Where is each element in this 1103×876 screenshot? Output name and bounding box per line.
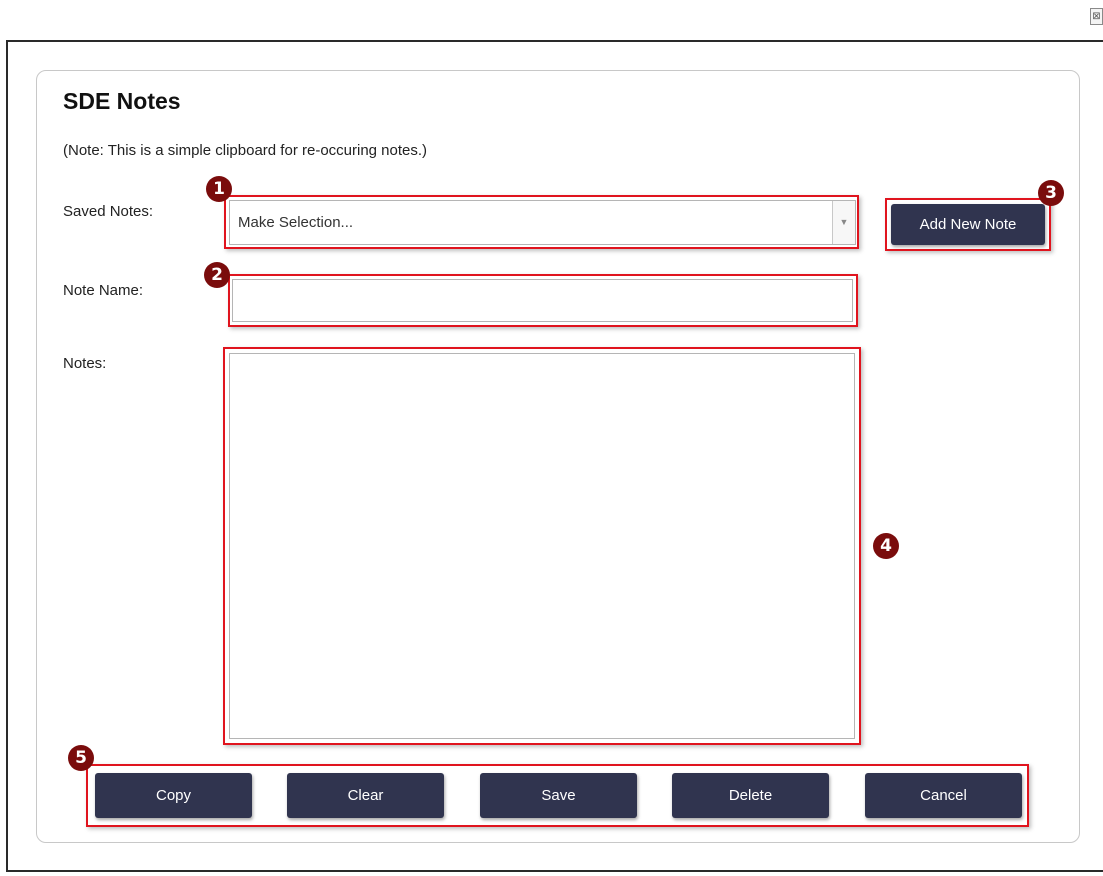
add-new-note-button[interactable]: Add New Note [891,204,1045,245]
chevron-down-icon[interactable]: ▼ [832,201,855,244]
delete-button[interactable]: Delete [672,773,829,818]
callout-badge-3: 3 [1038,180,1064,206]
clear-button[interactable]: Clear [287,773,444,818]
note-name-field[interactable] [232,279,853,322]
callout-badge-1: 1 [206,176,232,202]
page-title: SDE Notes [63,88,181,114]
callout-badge-4: 4 [873,533,899,559]
copy-button[interactable]: Copy [95,773,252,818]
note-name-label: Note Name: [63,282,144,299]
cancel-button[interactable]: Cancel [865,773,1022,818]
callout-badge-2: 2 [204,262,230,288]
notes-textarea[interactable] [229,353,855,739]
callout-badge-5: 5 [68,745,94,771]
page-subtitle: (Note: This is a simple clipboard for re… [63,142,428,159]
saved-notes-select[interactable]: Make Selection... ▼ [229,200,856,245]
saved-notes-value: Make Selection... [238,214,354,231]
notes-label: Notes: [63,355,107,372]
close-icon[interactable]: ⊠ [1090,8,1103,25]
saved-notes-label: Saved Notes: [63,203,154,220]
save-button[interactable]: Save [480,773,637,818]
